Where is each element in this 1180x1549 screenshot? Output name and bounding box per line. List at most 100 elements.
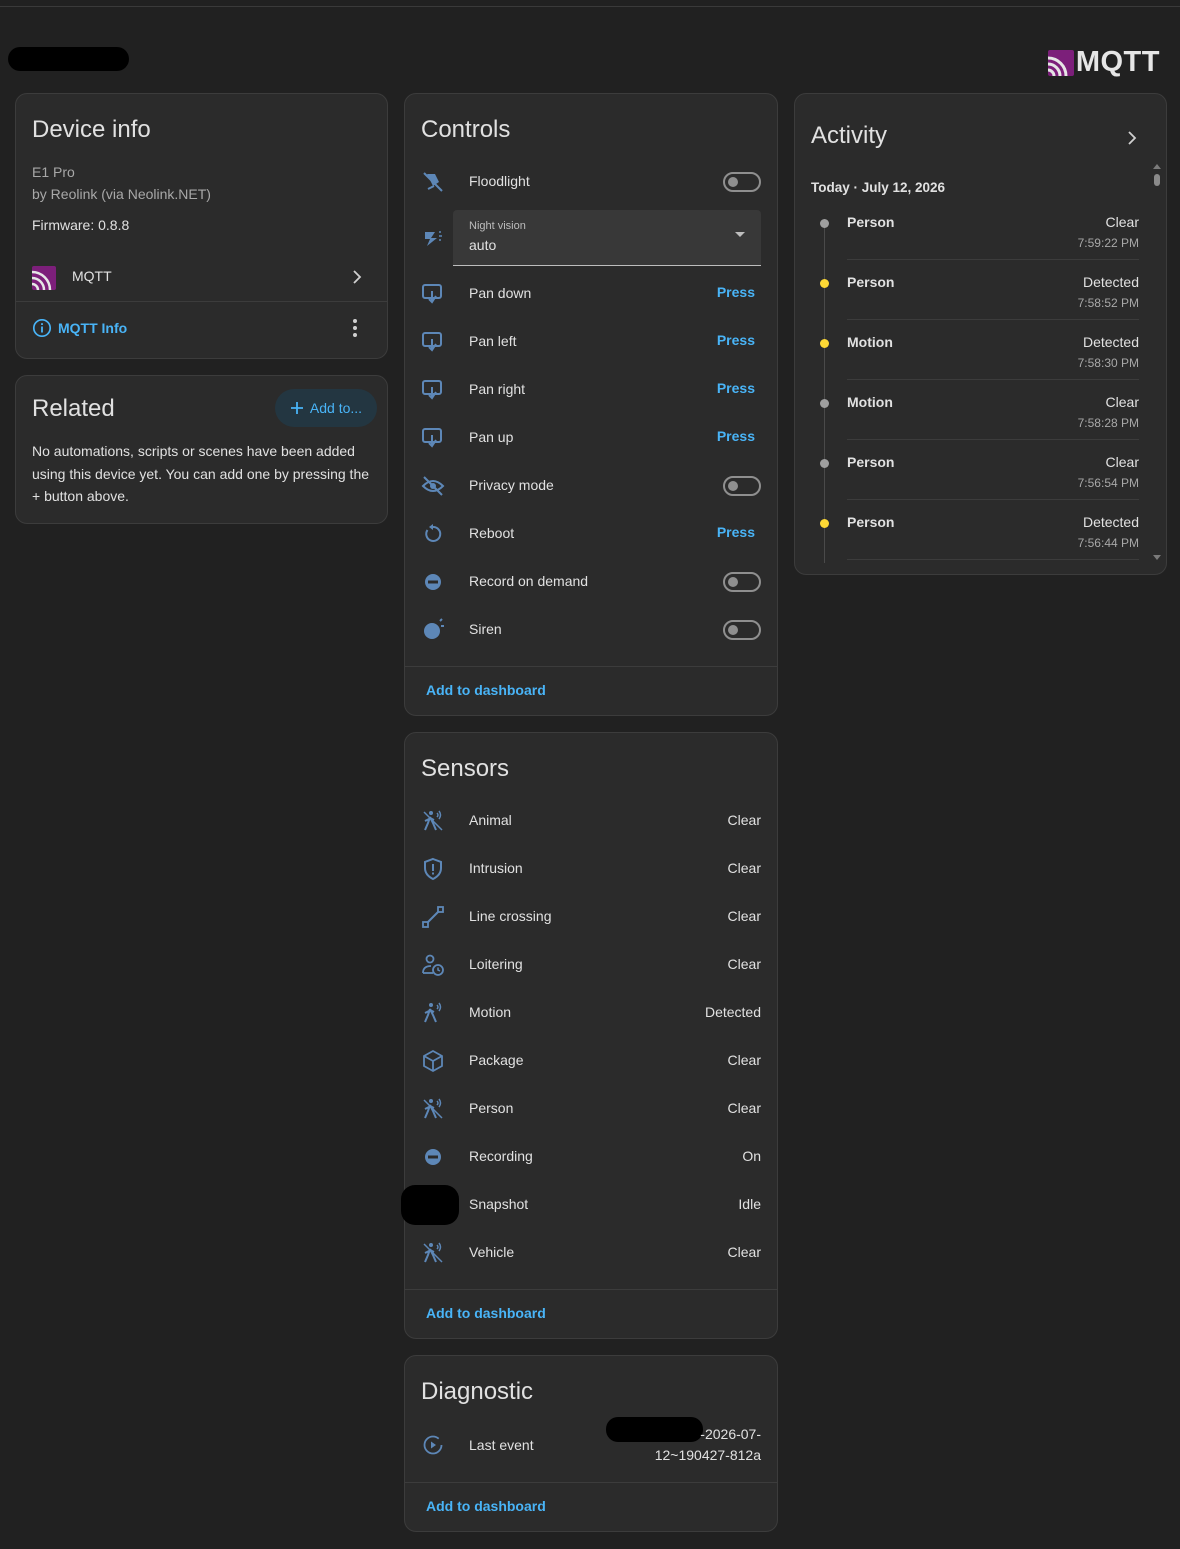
privacy-mode-toggle[interactable] [723, 476, 761, 496]
scroll-up-arrow[interactable] [1153, 164, 1161, 169]
sensor-name: Line crossing [469, 908, 552, 924]
related-empty-text: No automations, scripts or scenes have b… [32, 443, 370, 504]
activity-event[interactable]: Person Detected 7:56:44 PM [795, 512, 1165, 572]
diagnostic-footer-divider [405, 1482, 777, 1483]
activity-event[interactable]: Motion Detected 7:58:30 PM [795, 332, 1165, 392]
mqtt-logo: MQTT [1047, 46, 1160, 79]
vector-line-icon [422, 906, 444, 928]
more-options-icon[interactable] [353, 319, 357, 337]
diagnostic-add-to-dashboard-link[interactable]: Add to dashboard [426, 1498, 546, 1514]
sensor-value: Clear [727, 1244, 761, 1260]
night-vision-label: Night vision [469, 220, 526, 232]
pan-left-label: Pan left [469, 333, 517, 349]
event-state-dot [820, 219, 829, 228]
sensor-row-snapshot: Snapshot Idle [401, 1181, 777, 1229]
sensor-row-animal: Animal Clear [405, 797, 777, 845]
add-to-button[interactable]: Add to... [275, 389, 377, 427]
event-entity-name: Person [847, 274, 895, 290]
siren-toggle[interactable] [723, 620, 761, 640]
event-state-dot [820, 459, 829, 468]
night-vision-select[interactable]: Night vision auto [453, 210, 761, 266]
pan-right-press-button[interactable]: Press [717, 380, 755, 396]
sensors-add-to-dashboard-link[interactable]: Add to dashboard [426, 1305, 546, 1321]
gesture-tap-icon [422, 428, 442, 448]
event-state: Clear [1105, 214, 1139, 230]
pan-down-press-button[interactable]: Press [717, 284, 755, 300]
event-state: Detected [1082, 334, 1139, 350]
sensor-name: Loitering [469, 956, 523, 972]
last-event-label: Last event [469, 1437, 534, 1453]
event-state-dot [820, 519, 829, 528]
control-row-record-on-demand: Record on demand [405, 558, 777, 606]
device-firmware: Firmware: 0.8.8 [32, 217, 130, 233]
dropdown-arrow-icon [735, 232, 745, 237]
controls-footer-divider [405, 666, 777, 667]
event-state-dot [820, 399, 829, 408]
activity-event[interactable]: Motion Clear 7:58:28 PM [795, 392, 1165, 452]
sensors-card: Sensors Animal Clear Intrusion Clear Lin… [401, 732, 778, 1339]
mqtt-logo-icon [1047, 49, 1074, 76]
mqtt-info-label: MQTT Info [58, 320, 128, 336]
eye-off-icon [421, 476, 445, 496]
walk-sensor-icon [423, 1098, 443, 1119]
activity-event[interactable]: Person Clear 7:56:54 PM [795, 452, 1165, 512]
event-time: 7:59:22 PM [1077, 236, 1139, 250]
reboot-label: Reboot [469, 525, 515, 541]
walk-sensor-icon [423, 810, 443, 831]
event-state: Clear [1105, 454, 1139, 470]
integration-row-mqtt[interactable]: MQTT [16, 256, 387, 300]
redacted-event-prefix [606, 1417, 703, 1442]
event-divider [847, 379, 1139, 380]
activity-event[interactable]: Person Clear 7:59:22 PM [795, 212, 1165, 272]
chevron-right-icon[interactable] [1124, 130, 1140, 146]
gesture-tap-icon [422, 284, 442, 304]
controls-add-to-dashboard-link[interactable]: Add to dashboard [426, 682, 546, 698]
controls-title: Controls [421, 116, 511, 143]
sensor-value: Detected [704, 1004, 761, 1020]
sensor-row-package: Package Clear [405, 1037, 777, 1085]
motion-sensor-icon [424, 1002, 442, 1023]
sensor-name: Motion [469, 1004, 512, 1020]
mqtt-info-link[interactable]: MQTT Info [32, 318, 127, 338]
control-row-siren: Siren [405, 606, 777, 654]
sensor-name: Animal [469, 812, 512, 828]
floodlight-toggle[interactable] [723, 172, 761, 192]
event-state-dot [820, 339, 829, 348]
record-on-demand-toggle[interactable] [723, 572, 761, 592]
activity-scrollbar-thumb[interactable] [1154, 174, 1160, 186]
sensor-row-motion: Motion Detected [405, 989, 777, 1037]
event-state-dot [820, 279, 829, 288]
control-row-reboot: Reboot Press [405, 510, 777, 558]
sensor-value: Clear [727, 812, 761, 828]
shield-alert-icon [424, 857, 442, 881]
diagnostic-card: Diagnostic Last event -2026-07- 12~19042… [404, 1355, 778, 1532]
sensor-name: Intrusion [469, 860, 523, 876]
event-time: 7:58:52 PM [1077, 296, 1139, 310]
event-time: 7:56:54 PM [1077, 476, 1139, 490]
record-rec-icon [425, 574, 441, 590]
add-to-label: Add to... [309, 400, 363, 416]
privacy-mode-label: Privacy mode [469, 477, 554, 493]
reboot-press-button[interactable]: Press [717, 524, 755, 540]
sensor-name: Snapshot [469, 1196, 529, 1212]
pan-left-press-button[interactable]: Press [717, 332, 755, 348]
integration-label: MQTT [72, 268, 112, 284]
controls-card: Controls Floodlight Night vision auto Pa… [404, 93, 778, 716]
mqtt-integration-icon [32, 266, 56, 290]
restart-icon [425, 524, 442, 542]
activity-event[interactable]: Person Detected 7:58:52 PM [795, 272, 1165, 332]
redacted-device-name [8, 47, 129, 71]
event-entity-name: Person [847, 514, 895, 530]
event-entity-name: Person [847, 214, 895, 230]
account-clock-icon [422, 954, 444, 976]
activity-date-header: Today · July 12, 2026 [811, 180, 946, 195]
event-state: Clear [1105, 394, 1139, 410]
control-row-floodlight: Floodlight [405, 158, 777, 206]
sensor-value: On [742, 1148, 761, 1164]
device-manufacturer: by Reolink (via Neolink.NET) [32, 186, 211, 202]
event-divider [847, 559, 1139, 560]
record-on-demand-label: Record on demand [469, 573, 589, 589]
pan-up-press-button[interactable]: Press [717, 428, 755, 444]
event-divider [847, 499, 1139, 500]
scroll-down-arrow[interactable] [1153, 555, 1161, 560]
